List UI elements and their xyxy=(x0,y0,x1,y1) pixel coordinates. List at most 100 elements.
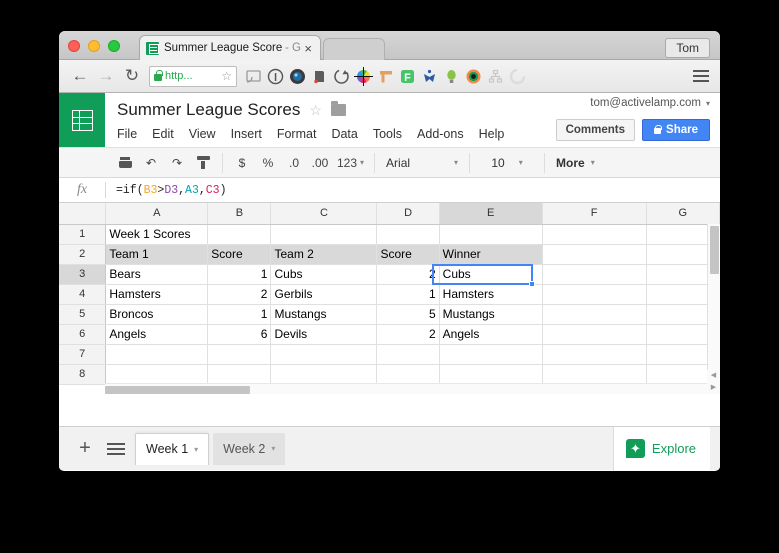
maximize-window-button[interactable] xyxy=(108,40,120,52)
sheet-tab-week-1[interactable]: Week 1 ▾ xyxy=(135,432,210,465)
info-icon[interactable] xyxy=(265,66,286,87)
font-family-select[interactable]: Arial ▾ xyxy=(381,151,463,175)
formula-input[interactable]: =if(B3>D3,A3,C3) xyxy=(106,184,720,197)
cell-b7[interactable] xyxy=(207,344,272,365)
cell-e6[interactable]: Angels xyxy=(439,324,543,345)
cell-d6[interactable]: 2 xyxy=(376,324,440,345)
cell-d8[interactable] xyxy=(376,364,440,385)
cell-b2[interactable]: Score xyxy=(207,244,272,265)
print-icon[interactable] xyxy=(112,151,138,175)
more-toolbar-button[interactable]: More ▾ xyxy=(551,151,600,175)
cell-c6[interactable]: Devils xyxy=(270,324,378,345)
ruler-icon[interactable] xyxy=(375,66,396,87)
cell-d7[interactable] xyxy=(376,344,440,365)
cell-a3[interactable]: Bears xyxy=(105,264,209,285)
row-header-4[interactable]: 4 xyxy=(59,284,107,305)
column-header-a[interactable]: A xyxy=(105,203,209,225)
currency-format-button[interactable]: $ xyxy=(229,151,255,175)
scroll-left-arrow-icon[interactable]: ◀ xyxy=(707,370,720,382)
f-icon[interactable]: F xyxy=(397,66,418,87)
cell-f8[interactable] xyxy=(542,364,647,385)
cell-f7[interactable] xyxy=(542,344,647,365)
more-formats-button[interactable]: 123 ▾ xyxy=(333,151,368,175)
cell-e4[interactable]: Hamsters xyxy=(439,284,543,305)
row-header-2[interactable]: 2 xyxy=(59,244,107,265)
chevron-down-icon[interactable]: ▾ xyxy=(706,99,710,108)
cell-d5[interactable]: 5 xyxy=(376,304,440,325)
menu-file[interactable]: File xyxy=(117,127,137,141)
redo-icon[interactable]: ↷ xyxy=(164,151,190,175)
cell-c5[interactable]: Mustangs xyxy=(270,304,378,325)
spinner-icon[interactable] xyxy=(507,66,528,87)
add-sheet-button[interactable]: + xyxy=(69,437,101,460)
cell-d3[interactable]: 2 xyxy=(376,264,440,285)
column-header-f[interactable]: F xyxy=(542,203,647,225)
hamburger-menu-icon[interactable] xyxy=(690,67,712,85)
cell-b3[interactable]: 1 xyxy=(207,264,272,285)
fill-handle[interactable] xyxy=(529,281,535,287)
menu-view[interactable]: View xyxy=(189,127,216,141)
vertical-scrollbar[interactable]: ◀ ▶ xyxy=(707,224,720,394)
chevron-down-icon[interactable]: ▾ xyxy=(194,445,198,454)
cell-c7[interactable] xyxy=(270,344,378,365)
cell-c8[interactable] xyxy=(270,364,378,385)
spreadsheet-grid[interactable]: A B C D E F G 1 Week 1 Scores 2 Team 1 S… xyxy=(59,203,720,394)
evernote-icon[interactable] xyxy=(309,66,330,87)
cell-f4[interactable] xyxy=(542,284,647,305)
cell-e5[interactable]: Mustangs xyxy=(439,304,543,325)
cell-a4[interactable]: Hamsters xyxy=(105,284,209,305)
cell-f6[interactable] xyxy=(542,324,647,345)
cell-b1[interactable] xyxy=(207,224,272,245)
cell-d4[interactable]: 1 xyxy=(376,284,440,305)
person-icon[interactable] xyxy=(419,66,440,87)
bulb-icon[interactable] xyxy=(441,66,462,87)
page-title[interactable]: Summer League Scores xyxy=(117,100,300,120)
row-header-8[interactable]: 8 xyxy=(59,364,107,385)
horizontal-scrollbar[interactable] xyxy=(105,383,707,394)
select-all-corner[interactable] xyxy=(59,203,107,225)
sheets-logo-icon[interactable] xyxy=(59,93,105,147)
cell-e3[interactable]: Cubs xyxy=(439,264,543,285)
browser-tab-active[interactable]: Summer League Scores - G × xyxy=(139,35,321,60)
folder-icon[interactable] xyxy=(330,101,346,116)
sitemap-icon[interactable] xyxy=(485,66,506,87)
cast-icon[interactable] xyxy=(243,66,264,87)
cell-e2[interactable]: Winner xyxy=(439,244,543,265)
menu-tools[interactable]: Tools xyxy=(373,127,402,141)
menu-edit[interactable]: Edit xyxy=(152,127,174,141)
increase-decimal-button[interactable]: .00 xyxy=(307,151,333,175)
cell-f5[interactable] xyxy=(542,304,647,325)
cell-b5[interactable]: 1 xyxy=(207,304,272,325)
cell-a6[interactable]: Angels xyxy=(105,324,209,345)
cell-c2[interactable]: Team 2 xyxy=(270,244,378,265)
color-wheel-icon[interactable] xyxy=(353,66,374,87)
menu-data[interactable]: Data xyxy=(331,127,357,141)
row-header-7[interactable]: 7 xyxy=(59,344,107,365)
paint-format-icon[interactable] xyxy=(190,151,216,175)
cell-c4[interactable]: Gerbils xyxy=(270,284,378,305)
cell-a5[interactable]: Broncos xyxy=(105,304,209,325)
font-size-select[interactable]: 10 ▾ xyxy=(476,151,538,175)
column-header-g[interactable]: G xyxy=(646,203,720,225)
menu-help[interactable]: Help xyxy=(479,127,505,141)
vertical-scrollbar-thumb[interactable] xyxy=(710,226,719,274)
cell-e1[interactable] xyxy=(439,224,543,245)
refresh-circle-icon[interactable] xyxy=(331,66,352,87)
back-icon[interactable]: ← xyxy=(67,66,93,86)
cell-a7[interactable] xyxy=(105,344,209,365)
menu-insert[interactable]: Insert xyxy=(231,127,262,141)
decrease-decimal-button[interactable]: .0 xyxy=(281,151,307,175)
cell-f1[interactable] xyxy=(542,224,647,245)
row-header-5[interactable]: 5 xyxy=(59,304,107,325)
reload-icon[interactable]: ↻ xyxy=(119,66,145,86)
cell-d1[interactable] xyxy=(376,224,440,245)
cell-a1[interactable]: Week 1 Scores xyxy=(105,224,209,245)
cell-b8[interactable] xyxy=(207,364,272,385)
cell-c3[interactable]: Cubs xyxy=(270,264,378,285)
star-icon[interactable]: ☆ xyxy=(309,102,322,119)
menu-addons[interactable]: Add-ons xyxy=(417,127,464,141)
camera-icon[interactable] xyxy=(287,66,308,87)
percent-format-button[interactable]: % xyxy=(255,151,281,175)
cell-e8[interactable] xyxy=(439,364,543,385)
row-header-3[interactable]: 3 xyxy=(59,264,107,285)
